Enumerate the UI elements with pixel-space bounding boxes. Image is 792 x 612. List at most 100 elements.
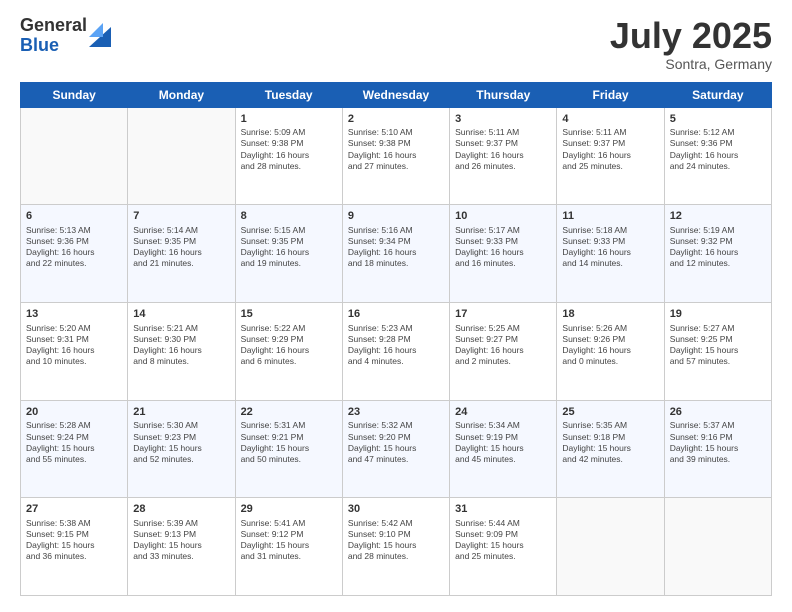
- day-number: 7: [133, 209, 229, 224]
- day-info: Sunrise: 5:31 AM Sunset: 9:21 PM Dayligh…: [241, 420, 337, 464]
- day-number: 8: [241, 209, 337, 224]
- col-tuesday: Tuesday: [235, 82, 342, 107]
- calendar-cell: 22Sunrise: 5:31 AM Sunset: 9:21 PM Dayli…: [235, 400, 342, 498]
- month-title: July 2025: [610, 16, 772, 56]
- day-number: 5: [670, 112, 766, 127]
- day-info: Sunrise: 5:28 AM Sunset: 9:24 PM Dayligh…: [26, 420, 122, 464]
- day-info: Sunrise: 5:13 AM Sunset: 9:36 PM Dayligh…: [26, 225, 122, 269]
- day-number: 12: [670, 209, 766, 224]
- day-number: 31: [455, 502, 551, 517]
- week-row-3: 13Sunrise: 5:20 AM Sunset: 9:31 PM Dayli…: [21, 302, 772, 400]
- day-info: Sunrise: 5:15 AM Sunset: 9:35 PM Dayligh…: [241, 225, 337, 269]
- location: Sontra, Germany: [610, 56, 772, 72]
- calendar-cell: 25Sunrise: 5:35 AM Sunset: 9:18 PM Dayli…: [557, 400, 664, 498]
- day-number: 14: [133, 307, 229, 322]
- calendar-cell: [664, 498, 771, 596]
- week-row-4: 20Sunrise: 5:28 AM Sunset: 9:24 PM Dayli…: [21, 400, 772, 498]
- day-info: Sunrise: 5:34 AM Sunset: 9:19 PM Dayligh…: [455, 420, 551, 464]
- calendar-cell: 31Sunrise: 5:44 AM Sunset: 9:09 PM Dayli…: [450, 498, 557, 596]
- day-info: Sunrise: 5:16 AM Sunset: 9:34 PM Dayligh…: [348, 225, 444, 269]
- day-info: Sunrise: 5:23 AM Sunset: 9:28 PM Dayligh…: [348, 323, 444, 367]
- calendar-cell: 3Sunrise: 5:11 AM Sunset: 9:37 PM Daylig…: [450, 107, 557, 205]
- calendar-cell: 19Sunrise: 5:27 AM Sunset: 9:25 PM Dayli…: [664, 302, 771, 400]
- week-row-2: 6Sunrise: 5:13 AM Sunset: 9:36 PM Daylig…: [21, 205, 772, 303]
- day-number: 11: [562, 209, 658, 224]
- col-friday: Friday: [557, 82, 664, 107]
- calendar-cell: 24Sunrise: 5:34 AM Sunset: 9:19 PM Dayli…: [450, 400, 557, 498]
- title-block: July 2025 Sontra, Germany: [610, 16, 772, 72]
- day-number: 3: [455, 112, 551, 127]
- calendar-cell: 9Sunrise: 5:16 AM Sunset: 9:34 PM Daylig…: [342, 205, 449, 303]
- calendar-cell: 29Sunrise: 5:41 AM Sunset: 9:12 PM Dayli…: [235, 498, 342, 596]
- day-number: 30: [348, 502, 444, 517]
- day-info: Sunrise: 5:38 AM Sunset: 9:15 PM Dayligh…: [26, 518, 122, 562]
- day-number: 17: [455, 307, 551, 322]
- col-thursday: Thursday: [450, 82, 557, 107]
- day-number: 6: [26, 209, 122, 224]
- day-info: Sunrise: 5:19 AM Sunset: 9:32 PM Dayligh…: [670, 225, 766, 269]
- day-number: 18: [562, 307, 658, 322]
- calendar-cell: 17Sunrise: 5:25 AM Sunset: 9:27 PM Dayli…: [450, 302, 557, 400]
- day-info: Sunrise: 5:20 AM Sunset: 9:31 PM Dayligh…: [26, 323, 122, 367]
- logo-blue: Blue: [20, 36, 87, 56]
- calendar-cell: 14Sunrise: 5:21 AM Sunset: 9:30 PM Dayli…: [128, 302, 235, 400]
- calendar-cell: 18Sunrise: 5:26 AM Sunset: 9:26 PM Dayli…: [557, 302, 664, 400]
- calendar-cell: 6Sunrise: 5:13 AM Sunset: 9:36 PM Daylig…: [21, 205, 128, 303]
- col-wednesday: Wednesday: [342, 82, 449, 107]
- day-number: 22: [241, 405, 337, 420]
- day-number: 27: [26, 502, 122, 517]
- day-number: 10: [455, 209, 551, 224]
- calendar-cell: 23Sunrise: 5:32 AM Sunset: 9:20 PM Dayli…: [342, 400, 449, 498]
- day-info: Sunrise: 5:18 AM Sunset: 9:33 PM Dayligh…: [562, 225, 658, 269]
- calendar-cell: 20Sunrise: 5:28 AM Sunset: 9:24 PM Dayli…: [21, 400, 128, 498]
- day-info: Sunrise: 5:42 AM Sunset: 9:10 PM Dayligh…: [348, 518, 444, 562]
- day-info: Sunrise: 5:21 AM Sunset: 9:30 PM Dayligh…: [133, 323, 229, 367]
- day-info: Sunrise: 5:30 AM Sunset: 9:23 PM Dayligh…: [133, 420, 229, 464]
- day-number: 19: [670, 307, 766, 322]
- calendar-cell: [21, 107, 128, 205]
- day-number: 9: [348, 209, 444, 224]
- day-number: 29: [241, 502, 337, 517]
- day-number: 13: [26, 307, 122, 322]
- day-number: 23: [348, 405, 444, 420]
- day-number: 25: [562, 405, 658, 420]
- day-number: 28: [133, 502, 229, 517]
- day-info: Sunrise: 5:39 AM Sunset: 9:13 PM Dayligh…: [133, 518, 229, 562]
- calendar-cell: 16Sunrise: 5:23 AM Sunset: 9:28 PM Dayli…: [342, 302, 449, 400]
- calendar-cell: 7Sunrise: 5:14 AM Sunset: 9:35 PM Daylig…: [128, 205, 235, 303]
- header: General Blue July 2025 Sontra, Germany: [20, 16, 772, 72]
- day-info: Sunrise: 5:35 AM Sunset: 9:18 PM Dayligh…: [562, 420, 658, 464]
- calendar-cell: 26Sunrise: 5:37 AM Sunset: 9:16 PM Dayli…: [664, 400, 771, 498]
- calendar-cell: 15Sunrise: 5:22 AM Sunset: 9:29 PM Dayli…: [235, 302, 342, 400]
- day-number: 2: [348, 112, 444, 127]
- calendar-cell: 1Sunrise: 5:09 AM Sunset: 9:38 PM Daylig…: [235, 107, 342, 205]
- calendar-table: Sunday Monday Tuesday Wednesday Thursday…: [20, 82, 772, 596]
- day-number: 24: [455, 405, 551, 420]
- page: General Blue July 2025 Sontra, Germany S…: [0, 0, 792, 612]
- calendar-cell: 30Sunrise: 5:42 AM Sunset: 9:10 PM Dayli…: [342, 498, 449, 596]
- day-info: Sunrise: 5:41 AM Sunset: 9:12 PM Dayligh…: [241, 518, 337, 562]
- day-number: 26: [670, 405, 766, 420]
- day-info: Sunrise: 5:25 AM Sunset: 9:27 PM Dayligh…: [455, 323, 551, 367]
- calendar-cell: 11Sunrise: 5:18 AM Sunset: 9:33 PM Dayli…: [557, 205, 664, 303]
- calendar-cell: [557, 498, 664, 596]
- calendar-cell: 4Sunrise: 5:11 AM Sunset: 9:37 PM Daylig…: [557, 107, 664, 205]
- calendar-cell: 21Sunrise: 5:30 AM Sunset: 9:23 PM Dayli…: [128, 400, 235, 498]
- col-saturday: Saturday: [664, 82, 771, 107]
- day-info: Sunrise: 5:37 AM Sunset: 9:16 PM Dayligh…: [670, 420, 766, 464]
- logo-text: General Blue: [20, 16, 87, 56]
- day-info: Sunrise: 5:11 AM Sunset: 9:37 PM Dayligh…: [455, 127, 551, 171]
- calendar-cell: 27Sunrise: 5:38 AM Sunset: 9:15 PM Dayli…: [21, 498, 128, 596]
- day-number: 15: [241, 307, 337, 322]
- day-info: Sunrise: 5:17 AM Sunset: 9:33 PM Dayligh…: [455, 225, 551, 269]
- col-sunday: Sunday: [21, 82, 128, 107]
- day-number: 1: [241, 112, 337, 127]
- day-number: 16: [348, 307, 444, 322]
- calendar-cell: 10Sunrise: 5:17 AM Sunset: 9:33 PM Dayli…: [450, 205, 557, 303]
- calendar-cell: 5Sunrise: 5:12 AM Sunset: 9:36 PM Daylig…: [664, 107, 771, 205]
- col-monday: Monday: [128, 82, 235, 107]
- week-row-1: 1Sunrise: 5:09 AM Sunset: 9:38 PM Daylig…: [21, 107, 772, 205]
- calendar-cell: 2Sunrise: 5:10 AM Sunset: 9:38 PM Daylig…: [342, 107, 449, 205]
- logo: General Blue: [20, 16, 111, 56]
- day-info: Sunrise: 5:27 AM Sunset: 9:25 PM Dayligh…: [670, 323, 766, 367]
